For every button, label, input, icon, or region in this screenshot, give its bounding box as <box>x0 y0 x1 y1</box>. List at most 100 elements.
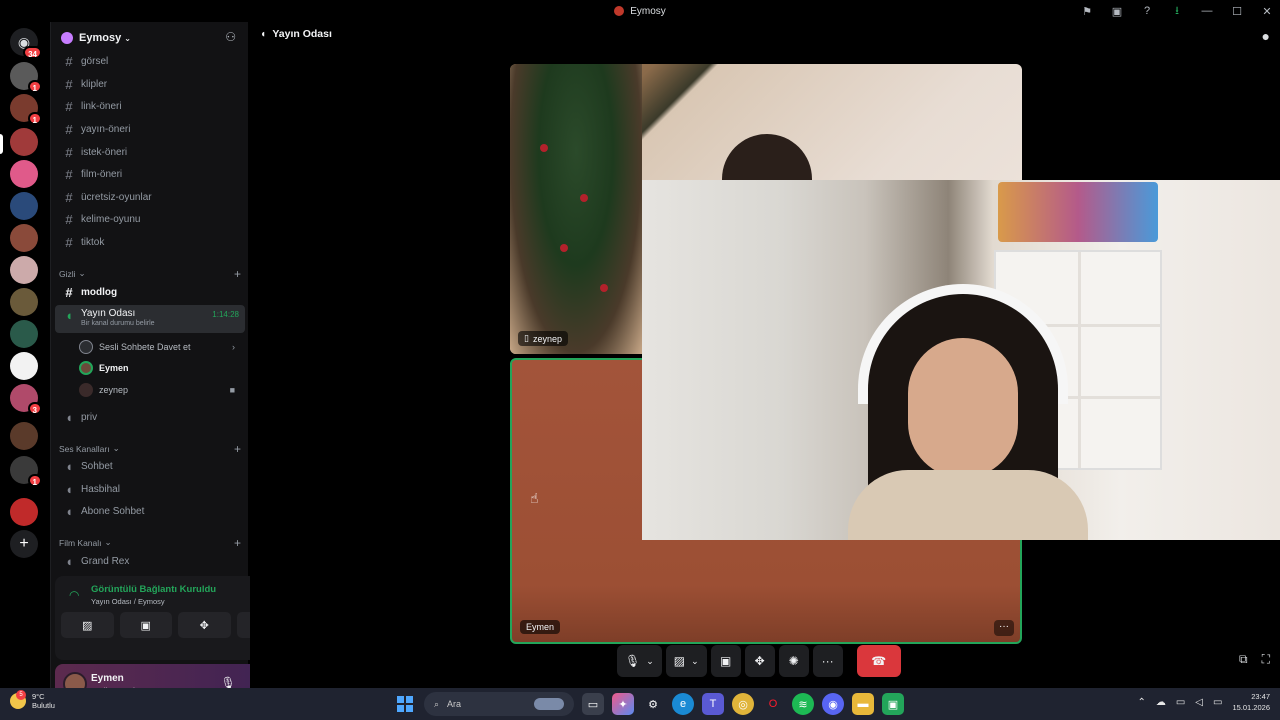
chevron-up-icon[interactable]: ⌃ <box>1137 697 1145 708</box>
text-channel-modlog[interactable]: # modlog <box>55 281 245 303</box>
user-name[interactable]: Eymen <box>91 673 124 684</box>
channel-status-hint[interactable]: Bir kanal durumu belirle <box>81 320 155 327</box>
plus-icon[interactable]: + <box>234 267 241 281</box>
task-view-icon[interactable]: ▭ <box>582 693 604 715</box>
activities-button[interactable]: ✥ <box>178 612 231 638</box>
soundboard-button[interactable]: ✺ <box>778 645 809 677</box>
connection-location[interactable]: Yayın Odası / Eymosy <box>91 597 165 606</box>
connection-status[interactable]: Görüntülü Bağlantı Kuruldu <box>91 584 216 595</box>
screen-share-button[interactable]: ▣ <box>119 612 172 638</box>
voice-invite-row[interactable]: Sesli Sohbete Davet et › <box>79 337 243 357</box>
leave-call-button[interactable]: ☎ <box>856 645 901 677</box>
terminal-icon[interactable]: ▣ <box>882 693 904 715</box>
server-icon[interactable] <box>10 160 38 188</box>
text-channel[interactable]: # yayın-öneri <box>55 118 245 140</box>
text-channel[interactable]: # kelime-oyunu <box>55 208 245 230</box>
flag-icon[interactable]: ⚑ <box>1080 5 1094 18</box>
help-icon[interactable]: ? <box>1140 5 1154 17</box>
stage-title: Yayın Odası <box>272 28 332 40</box>
server-icon[interactable] <box>10 256 38 284</box>
activities-button[interactable]: ✥ <box>744 645 775 677</box>
text-channel[interactable]: # görsel <box>55 50 245 72</box>
camera-button[interactable]: ▨ ⌄ <box>665 645 707 677</box>
speaker-icon: ◖ <box>65 503 73 519</box>
guild-name: Eymosy <box>79 32 122 44</box>
add-user-icon[interactable]: ⚇ <box>225 30 236 44</box>
discord-icon[interactable]: ◉ <box>822 693 844 715</box>
voice-user[interactable]: zeynep ■ <box>79 380 243 400</box>
server-icon[interactable] <box>10 320 38 348</box>
download-icon[interactable]: ⭳ <box>1170 2 1184 21</box>
server-icon[interactable]: 1 <box>10 456 42 487</box>
text-channel[interactable]: # film-öneri <box>55 163 245 185</box>
file-explorer-icon[interactable]: ▬ <box>852 693 874 715</box>
notification-badge: 1 <box>27 474 42 487</box>
inbox-icon[interactable]: ▣ <box>1110 5 1124 18</box>
weather-widget[interactable]: 5 9°C Bulutlu <box>10 690 55 710</box>
screen-share-button[interactable]: ▣ <box>710 645 741 677</box>
hash-icon: # <box>65 121 73 137</box>
server-icon[interactable] <box>10 224 38 252</box>
onedrive-icon[interactable]: ☁ <box>1156 697 1166 708</box>
category-hidden[interactable]: Gizli ⌄ + <box>59 267 241 281</box>
more-options-button[interactable]: ··· <box>812 645 843 677</box>
hash-icon: # <box>65 189 73 205</box>
settings-gear-icon[interactable]: ⚙ <box>642 693 664 715</box>
server-icon[interactable] <box>10 498 38 526</box>
popout-icon[interactable]: ⧉ <box>1239 652 1248 667</box>
voice-channel-active[interactable]: ◖ Yayın Odası 1:14:28 Bir kanal durumu b… <box>55 305 245 333</box>
chrome-icon[interactable]: ◎ <box>732 693 754 715</box>
copilot-icon[interactable]: ✦ <box>612 693 634 715</box>
window-title: Eymosy <box>614 6 666 17</box>
server-icon[interactable] <box>10 422 38 450</box>
text-channel[interactable]: # ücretsiz-oyunlar <box>55 186 245 208</box>
voice-channel[interactable]: ◖ priv <box>55 406 245 428</box>
home-button[interactable]: ◉ 34 <box>10 28 42 59</box>
mute-button[interactable]: 🎙 ⌄ <box>617 645 662 677</box>
fullscreen-icon[interactable]: ⛶ <box>1262 652 1270 667</box>
plus-icon[interactable]: + <box>234 442 241 456</box>
minimize-icon[interactable]: — <box>1200 5 1214 17</box>
chevron-down-icon[interactable]: ⌄ <box>646 656 654 667</box>
server-icon[interactable] <box>10 192 38 220</box>
text-channel[interactable]: # tiktok <box>55 231 245 253</box>
spotify-icon[interactable]: ≋ <box>792 693 814 715</box>
voice-channel[interactable]: ◖ Sohbet <box>55 455 245 477</box>
weather-icon: 5 <box>10 690 26 709</box>
server-icon[interactable]: 1 <box>10 94 42 125</box>
plus-icon[interactable]: + <box>234 536 241 550</box>
voice-channel[interactable]: ◖ Grand Rex <box>55 550 245 572</box>
teams-icon[interactable]: T <box>702 693 724 715</box>
person-image <box>828 284 1108 540</box>
camera-toggle-button[interactable]: ▨ <box>61 612 114 638</box>
category-voice[interactable]: Ses Kanalları ⌄ + <box>59 442 241 456</box>
chat-bubble-icon[interactable]: ● <box>1262 28 1270 44</box>
add-server-button[interactable]: + <box>10 530 38 558</box>
battery-icon[interactable]: ▭ <box>1213 697 1222 708</box>
opera-icon[interactable]: O <box>762 693 784 715</box>
voice-channel[interactable]: ◖ Abone Sohbet <box>55 500 245 522</box>
display-icon[interactable]: ▭ <box>1176 697 1185 708</box>
tile-more-button[interactable]: ··· <box>994 620 1014 636</box>
text-channel[interactable]: # link-öneri <box>55 95 245 117</box>
maximize-icon[interactable]: ☐ <box>1230 5 1244 18</box>
server-icon[interactable] <box>10 352 38 380</box>
volume-icon[interactable]: ◁ <box>1195 697 1203 708</box>
speaker-icon: ◖ <box>260 28 267 40</box>
category-film[interactable]: Film Kanalı ⌄ + <box>59 536 241 550</box>
edge-icon[interactable]: e <box>672 693 694 715</box>
text-channel[interactable]: # istek-öneri <box>55 141 245 163</box>
chevron-down-icon[interactable]: ⌄ <box>691 656 699 667</box>
voice-channel[interactable]: ◖ Hasbihal <box>55 478 245 500</box>
server-icon[interactable]: 3 <box>10 384 42 415</box>
server-icon[interactable]: 1 <box>10 62 42 93</box>
clock[interactable]: 23:47 15.01.2026 <box>1232 691 1270 713</box>
voice-user[interactable]: Eymen <box>79 358 243 378</box>
server-icon[interactable] <box>10 288 38 316</box>
speaker-icon: ◖ <box>65 308 73 323</box>
server-eymosy[interactable] <box>10 128 38 156</box>
text-channel[interactable]: # klipler <box>55 73 245 95</box>
taskbar-search[interactable]: ⌕ Ara <box>424 692 574 716</box>
windows-start-icon[interactable] <box>394 693 416 715</box>
close-icon[interactable]: ✕ <box>1260 5 1274 18</box>
